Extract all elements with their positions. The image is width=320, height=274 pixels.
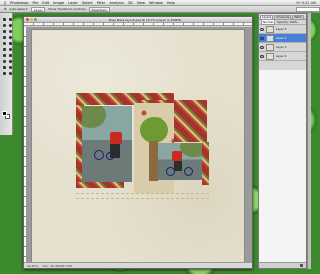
hand-tool-icon[interactable] [2,71,7,76]
layer-thumbnail [266,34,274,42]
bike-wheel-icon [94,150,104,160]
tools-panel [0,13,13,135]
layer-row[interactable]: Layer 5 [259,25,306,34]
bike-wheel-icon [166,167,175,176]
show-transform-controls[interactable]: Show Transform Controls [48,7,85,11]
photo-boy-on-bike[interactable] [158,143,202,180]
layers-list-empty-area[interactable] [259,70,306,262]
bike-wheel-icon [184,167,193,176]
striped-paper-strip-bottom [76,182,124,188]
zoom-level[interactable]: 16.67% [27,264,38,268]
photo-trees [82,106,106,128]
move-tool-icon[interactable]: ✥ [4,7,7,11]
canvas-area[interactable] [27,27,252,262]
menu-item-window[interactable]: Window [149,1,163,5]
visibility-eye-icon[interactable] [260,54,264,58]
apple-menu-icon[interactable]:  [4,1,6,5]
layer-row-selected[interactable]: Layer 4 [259,34,306,43]
visibility-eye-icon[interactable] [260,27,264,31]
menu-item-filter[interactable]: Filter [97,1,106,5]
tree-canopy-icon [140,117,168,143]
journaling-line [76,193,209,194]
blend-mode-select[interactable]: Normal [261,19,276,25]
menu-item-layer[interactable]: Layer [68,1,78,5]
striped-paper-strip-edge [202,142,209,185]
path-select-tool-icon[interactable] [8,59,13,64]
menu-item-analysis[interactable]: Analysis [109,1,123,5]
history-brush-tool-icon[interactable] [8,41,13,46]
brush-tool-icon[interactable] [8,35,13,40]
layers-panel-footer [259,262,306,268]
tab-channels[interactable]: Channels [274,15,292,19]
menu-item-view[interactable]: View [137,1,145,5]
tab-paths[interactable]: Paths [292,15,304,19]
layer-row[interactable]: Layer 3 [259,43,306,52]
menubar-clock: Fri 9:32 AM [296,0,316,5]
photo-subject-legs [174,161,182,171]
journaling-line [76,198,209,199]
layer-name: Layer 4 [276,36,287,40]
layer-thumbnail [266,43,274,51]
foreground-color-swatch[interactable] [2,111,7,116]
scrapbook-page[interactable] [32,30,244,262]
close-window-icon[interactable] [26,18,29,21]
document-title: Busy Bees layout.psd @ 16.7% (Layer 4, R… [108,17,182,22]
visibility-eye-icon[interactable] [260,45,264,49]
layer-thumbnail [266,52,274,60]
opacity-control[interactable]: Opacity: 100% [277,20,297,24]
quick-select-tool-icon[interactable] [8,23,13,28]
menu-item-file[interactable]: File [33,1,39,5]
dodge-tool-icon[interactable] [2,53,7,58]
photo-trees [180,143,202,157]
marquee-tool-icon[interactable] [8,17,13,22]
layer-thumbnail [266,25,274,33]
eraser-tool-icon[interactable] [2,47,7,52]
tree-trunk-icon [149,141,158,181]
auto-select-target[interactable]: Layer [30,6,46,12]
document-size[interactable]: Doc: 34.3M/167.0M [42,264,71,268]
document-status-bar: 16.67% Doc: 34.3M/167.0M [24,262,252,268]
document-window: Busy Bees layout.psd @ 16.7% (Layer 4, R… [23,16,253,269]
lasso-tool-icon[interactable] [2,23,7,28]
document-body [24,27,252,262]
zoom-window-icon[interactable] [34,18,37,21]
menu-item-image[interactable]: Image [53,1,64,5]
minimize-window-icon[interactable] [30,18,33,21]
photo-subject-shirt [172,151,182,161]
layer-row[interactable]: Layer 2 [259,52,306,61]
gradient-tool-icon[interactable] [8,47,13,52]
type-tool-icon[interactable] [2,59,7,64]
layer-name: Layer 5 [276,27,287,31]
search-field[interactable] [296,6,320,12]
photo-subject-shirt [110,132,122,144]
crop-tool-icon[interactable] [2,29,7,34]
layer-name: Layer 3 [276,45,287,49]
clone-stamp-tool-icon[interactable] [2,41,7,46]
workspace-switcher[interactable]: Essentials [88,6,110,12]
horizontal-ruler[interactable] [24,23,252,26]
photo-boy-with-bike[interactable] [82,106,132,182]
healing-brush-tool-icon[interactable] [2,35,7,40]
auto-select-label[interactable]: Auto-Select: [10,7,28,11]
eyedropper-tool-icon[interactable] [8,29,13,34]
3d-rotate-tool-icon[interactable] [8,65,13,70]
move-tool-icon[interactable] [2,17,7,22]
visibility-eye-icon[interactable] [260,36,264,40]
menu-item-select[interactable]: Select [82,1,93,5]
zoom-tool-icon[interactable] [8,71,13,76]
bike-wheel-icon [106,152,114,160]
menu-item-help[interactable]: Help [167,1,175,5]
layers-panel: Layers Channels Paths Normal Opacity: 10… [258,13,307,269]
options-bar: ✥ Auto-Select: Layer Show Transform Cont… [0,6,320,13]
menu-item-3d[interactable]: 3D [128,1,133,5]
pen-tool-icon[interactable] [8,53,13,58]
layer-name: Layer 2 [276,54,287,58]
shape-tool-icon[interactable] [2,65,7,70]
menu-item-edit[interactable]: Edit [42,1,49,5]
menu-item-app[interactable]: Photoshop [10,1,28,5]
panel-dock-grip[interactable] [307,13,311,269]
